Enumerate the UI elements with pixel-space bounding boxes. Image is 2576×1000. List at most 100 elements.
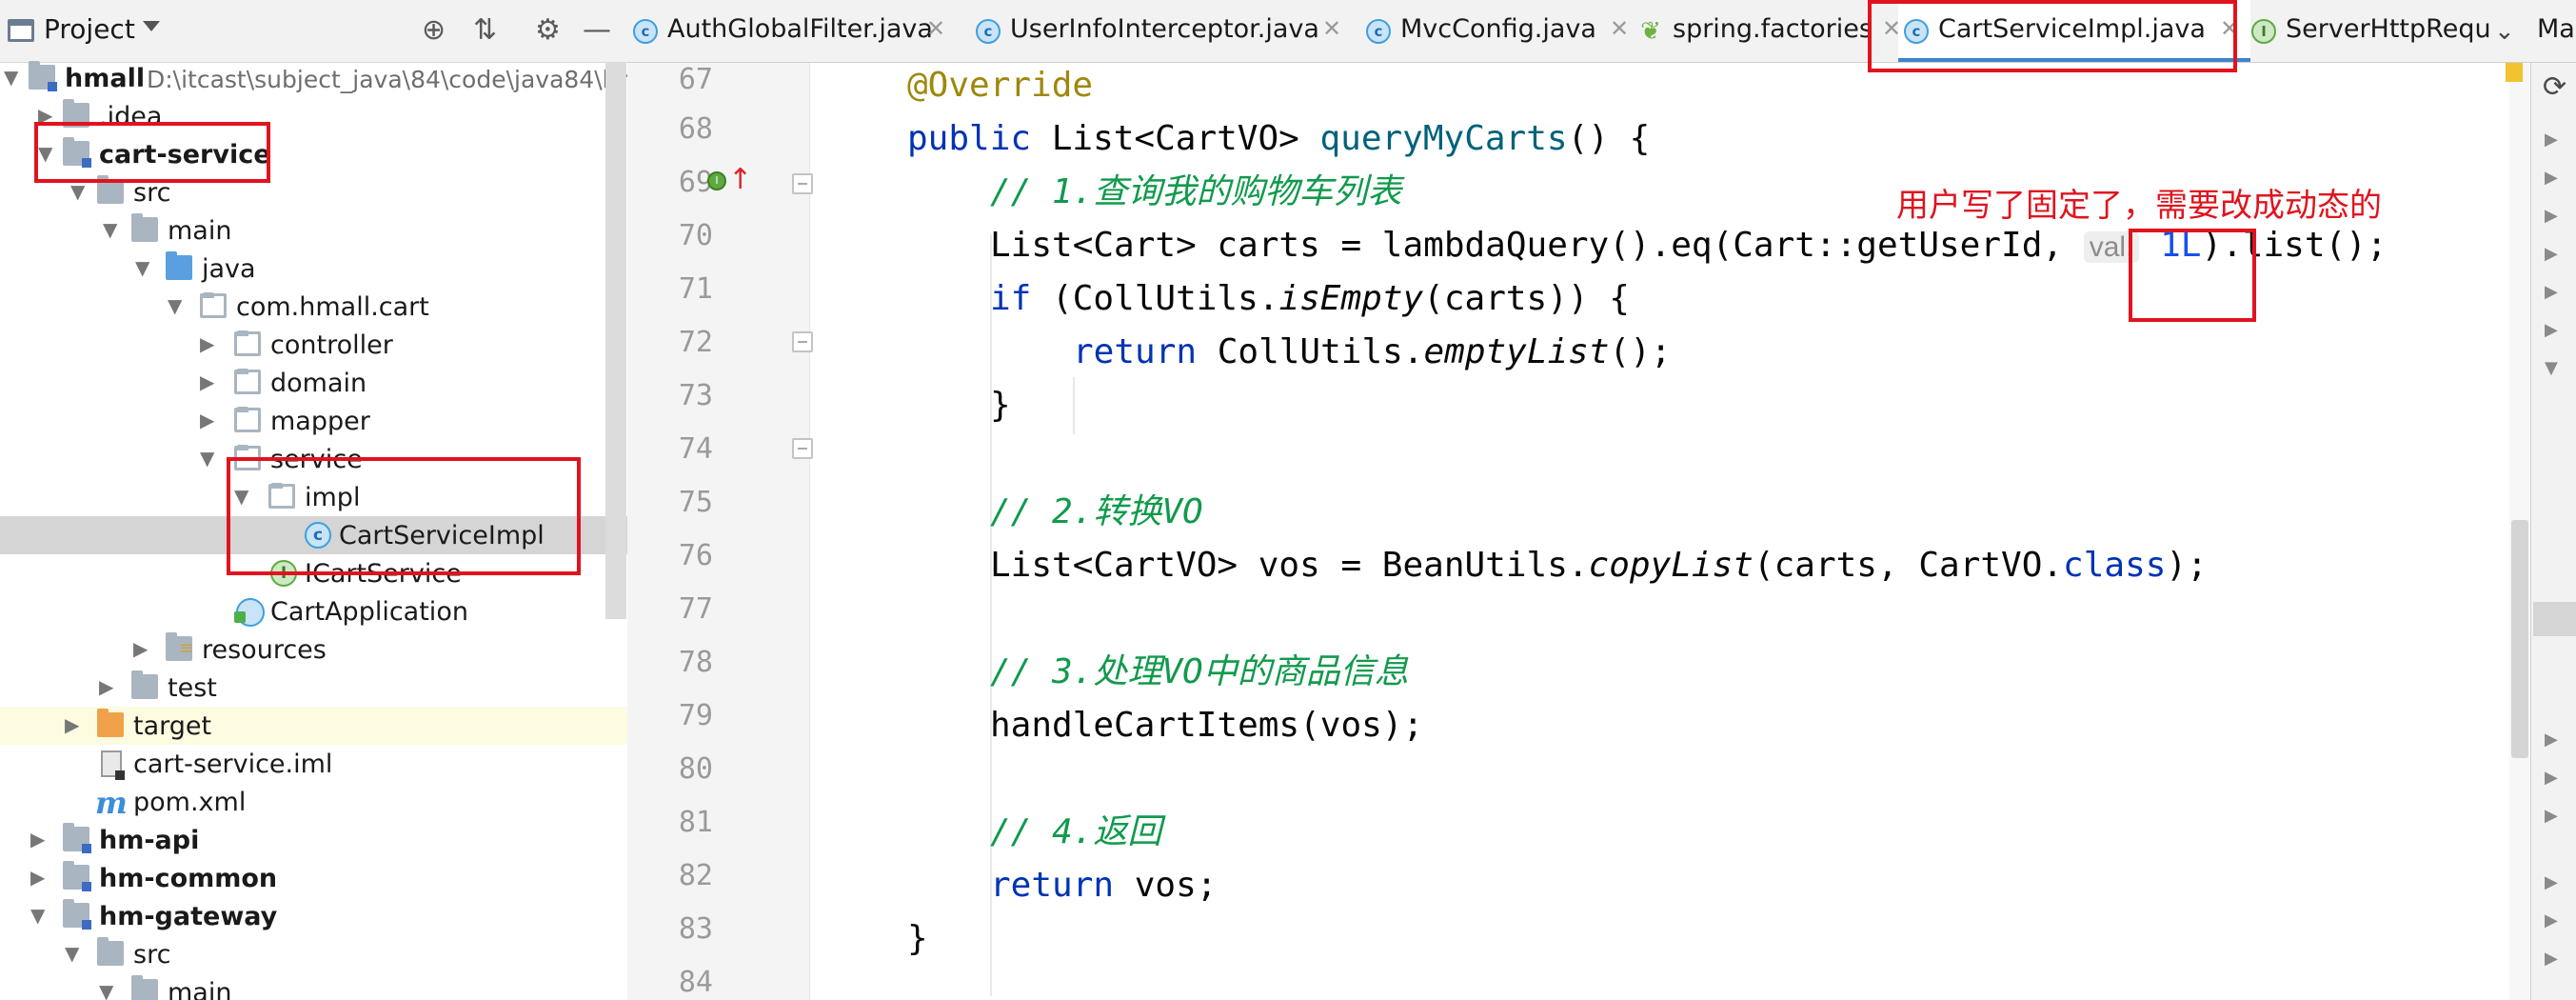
collapsed-arrow-icon[interactable]: ▶	[2545, 244, 2558, 264]
tree-item-hm-gateway[interactable]: ▼ hm-gateway	[0, 897, 627, 935]
tab-label: AuthGlobalFilter.java	[667, 14, 933, 44]
code-line-77[interactable]: List<CartVO> vos = BeanUtils.copyList(ca…	[990, 539, 2208, 592]
keyword-token: if	[990, 279, 1032, 318]
code-line-82[interactable]: // 4.返回	[990, 806, 1161, 859]
collapsed-arrow-icon[interactable]: ▶	[99, 677, 113, 696]
minimize-icon[interactable]: —	[583, 16, 611, 45]
expanded-arrow-icon[interactable]: ▼	[103, 220, 117, 239]
tree-item-label: mapper	[270, 407, 370, 436]
expanded-arrow-icon[interactable]: ▼	[168, 296, 182, 315]
fold-marker[interactable]	[792, 173, 813, 194]
tree-item-domain[interactable]: ▶ domain	[0, 364, 627, 402]
expanded-arrow-icon[interactable]: ▼	[70, 182, 85, 201]
collapsed-arrow-icon[interactable]: ▶	[2545, 910, 2558, 930]
tree-item-pom[interactable]: m pom.xml	[0, 783, 627, 821]
tree-item-cartapplication[interactable]: CartApplication	[0, 592, 627, 630]
expanded-arrow-icon[interactable]: ▼	[65, 944, 79, 963]
tree-item-java[interactable]: ▼ java	[0, 250, 627, 288]
tab-spring-factories[interactable]: ❦ spring.factories ✕	[1633, 0, 1901, 62]
tree-item-iml[interactable]: cart-service.iml	[0, 745, 627, 783]
collapsed-arrow-icon[interactable]: ▶	[30, 830, 45, 849]
line-number: 82	[678, 859, 713, 892]
tree-item-main[interactable]: ▼ main	[0, 973, 627, 1000]
editor-gutter[interactable]: 67 68 69 70 71 72 73 74 75 76 77 78 79 8…	[627, 63, 813, 1000]
code-line-84[interactable]: }	[907, 912, 928, 966]
editor-scrollbar[interactable]	[2509, 63, 2530, 1000]
fold-marker[interactable]	[792, 438, 813, 459]
tree-item-hm-common[interactable]: ▶ hm-common	[0, 859, 627, 897]
collapsed-arrow-icon[interactable]: ▶	[2545, 282, 2558, 302]
tab-overflow-label[interactable]: Ma	[2537, 14, 2575, 44]
expanded-arrow-icon[interactable]: ▼	[2545, 358, 2558, 378]
close-icon[interactable]: ✕	[1322, 15, 1341, 42]
collapsed-arrow-icon[interactable]: ▶	[2545, 949, 2558, 969]
scrollbar-thumb[interactable]	[2511, 520, 2528, 758]
tree-item-label: com.hmall.cart	[236, 292, 429, 322]
code-line-76[interactable]: // 2.转换VO	[990, 486, 1203, 539]
collapsed-arrow-icon[interactable]: ▶	[2545, 206, 2558, 226]
excluded-folder-icon	[97, 709, 124, 737]
collapsed-arrow-icon[interactable]: ▶	[2545, 872, 2558, 892]
project-scrollbar[interactable]	[605, 63, 626, 619]
collapsed-arrow-icon[interactable]: ▶	[65, 715, 79, 734]
collapse-all-icon[interactable]: ⇅	[473, 16, 497, 45]
close-icon[interactable]: ✕	[926, 15, 945, 42]
tree-item-mapper[interactable]: ▶ mapper	[0, 402, 627, 440]
tree-item-hmall[interactable]: ▼ hmall D:\itcast\subject_java\84\code\j…	[0, 59, 627, 97]
collapsed-arrow-icon[interactable]: ▶	[30, 868, 45, 887]
code-line-68[interactable]: @Override	[907, 59, 1093, 112]
tree-item-controller[interactable]: ▶ controller	[0, 326, 627, 364]
code-line-83[interactable]: return vos;	[990, 859, 1217, 912]
code-line-79[interactable]: // 3.处理VO中的商品信息	[990, 646, 1409, 699]
collapsed-arrow-icon[interactable]: ▶	[2545, 130, 2558, 150]
spring-boot-app-icon	[234, 598, 265, 627]
tree-item-src[interactable]: ▼ src	[0, 935, 627, 973]
locate-icon[interactable]: ⊕	[422, 16, 446, 45]
tree-item-main[interactable]: ▼ main	[0, 211, 627, 250]
fold-marker[interactable]	[792, 331, 813, 352]
warning-marker[interactable]	[2506, 63, 2523, 82]
collapsed-arrow-icon[interactable]: ▶	[200, 334, 214, 353]
collapsed-arrow-icon[interactable]: ▶	[2545, 730, 2558, 750]
tree-item-target[interactable]: ▶ target	[0, 707, 627, 745]
tab-serverhttprequest[interactable]: I ServerHttpRequ	[2246, 0, 2503, 62]
collapsed-arrow-icon[interactable]: ▶	[2545, 806, 2558, 826]
code-line-74[interactable]: }	[990, 379, 1011, 432]
arrow-up-icon[interactable]: ↑	[728, 166, 752, 194]
project-view-selector[interactable]: Project	[44, 13, 135, 45]
gear-icon[interactable]: ⚙	[535, 16, 561, 45]
close-icon[interactable]: ✕	[1610, 15, 1629, 42]
tree-item-label: pom.xml	[133, 788, 247, 817]
collapsed-arrow-icon[interactable]: ▶	[200, 410, 214, 430]
tree-item-test[interactable]: ▶ test	[0, 669, 627, 707]
code-line-73[interactable]: return CollUtils.emptyList();	[1073, 326, 1672, 379]
expanded-arrow-icon[interactable]: ▼	[135, 258, 149, 277]
collapsed-arrow-icon[interactable]: ▶	[2545, 168, 2558, 188]
tree-item-package-cart[interactable]: ▼ com.hmall.cart	[0, 288, 627, 326]
refresh-icon[interactable]: ⟳	[2543, 70, 2566, 104]
code-token: List<CartVO>	[1031, 119, 1320, 158]
tab-userinfointerceptor[interactable]: c UserInfoInterceptor.java ✕	[970, 0, 1351, 62]
collapsed-arrow-icon[interactable]: ▶	[200, 372, 214, 391]
code-line-72[interactable]: if (CollUtils.isEmpty(carts)) {	[990, 272, 1630, 326]
tab-mvcconfig[interactable]: c MvcConfig.java ✕	[1360, 0, 1636, 62]
expanded-arrow-icon[interactable]: ▼	[99, 982, 113, 1000]
implements-icon[interactable]: I	[707, 171, 726, 190]
code-line-70[interactable]: // 1.查询我的购物车列表	[990, 166, 1401, 219]
collapsed-arrow-icon[interactable]: ▶	[2545, 768, 2558, 788]
expanded-arrow-icon[interactable]: ▼	[30, 906, 45, 925]
package-icon	[234, 369, 261, 394]
collapsed-arrow-icon[interactable]: ▶	[2545, 320, 2558, 340]
code-line-69[interactable]: public List<CartVO> queryMyCarts() {	[907, 112, 1650, 166]
tree-item-hm-api[interactable]: ▶ hm-api	[0, 821, 627, 859]
rail-selected-row[interactable]	[2533, 602, 2576, 636]
collapsed-arrow-icon[interactable]: ▶	[133, 639, 148, 658]
chevron-down-icon[interactable]: ⌄	[2494, 17, 2515, 46]
tab-authglobalfilter[interactable]: c AuthGlobalFilter.java ✕	[627, 0, 955, 62]
tree-item-resources[interactable]: ▶ resources	[0, 630, 627, 669]
code-line-80[interactable]: handleCartItems(vos);	[990, 699, 1423, 752]
expanded-arrow-icon[interactable]: ▼	[200, 449, 214, 468]
tree-item-label: src	[133, 940, 171, 970]
chevron-down-icon[interactable]	[143, 21, 160, 31]
expanded-arrow-icon[interactable]: ▼	[4, 68, 18, 87]
